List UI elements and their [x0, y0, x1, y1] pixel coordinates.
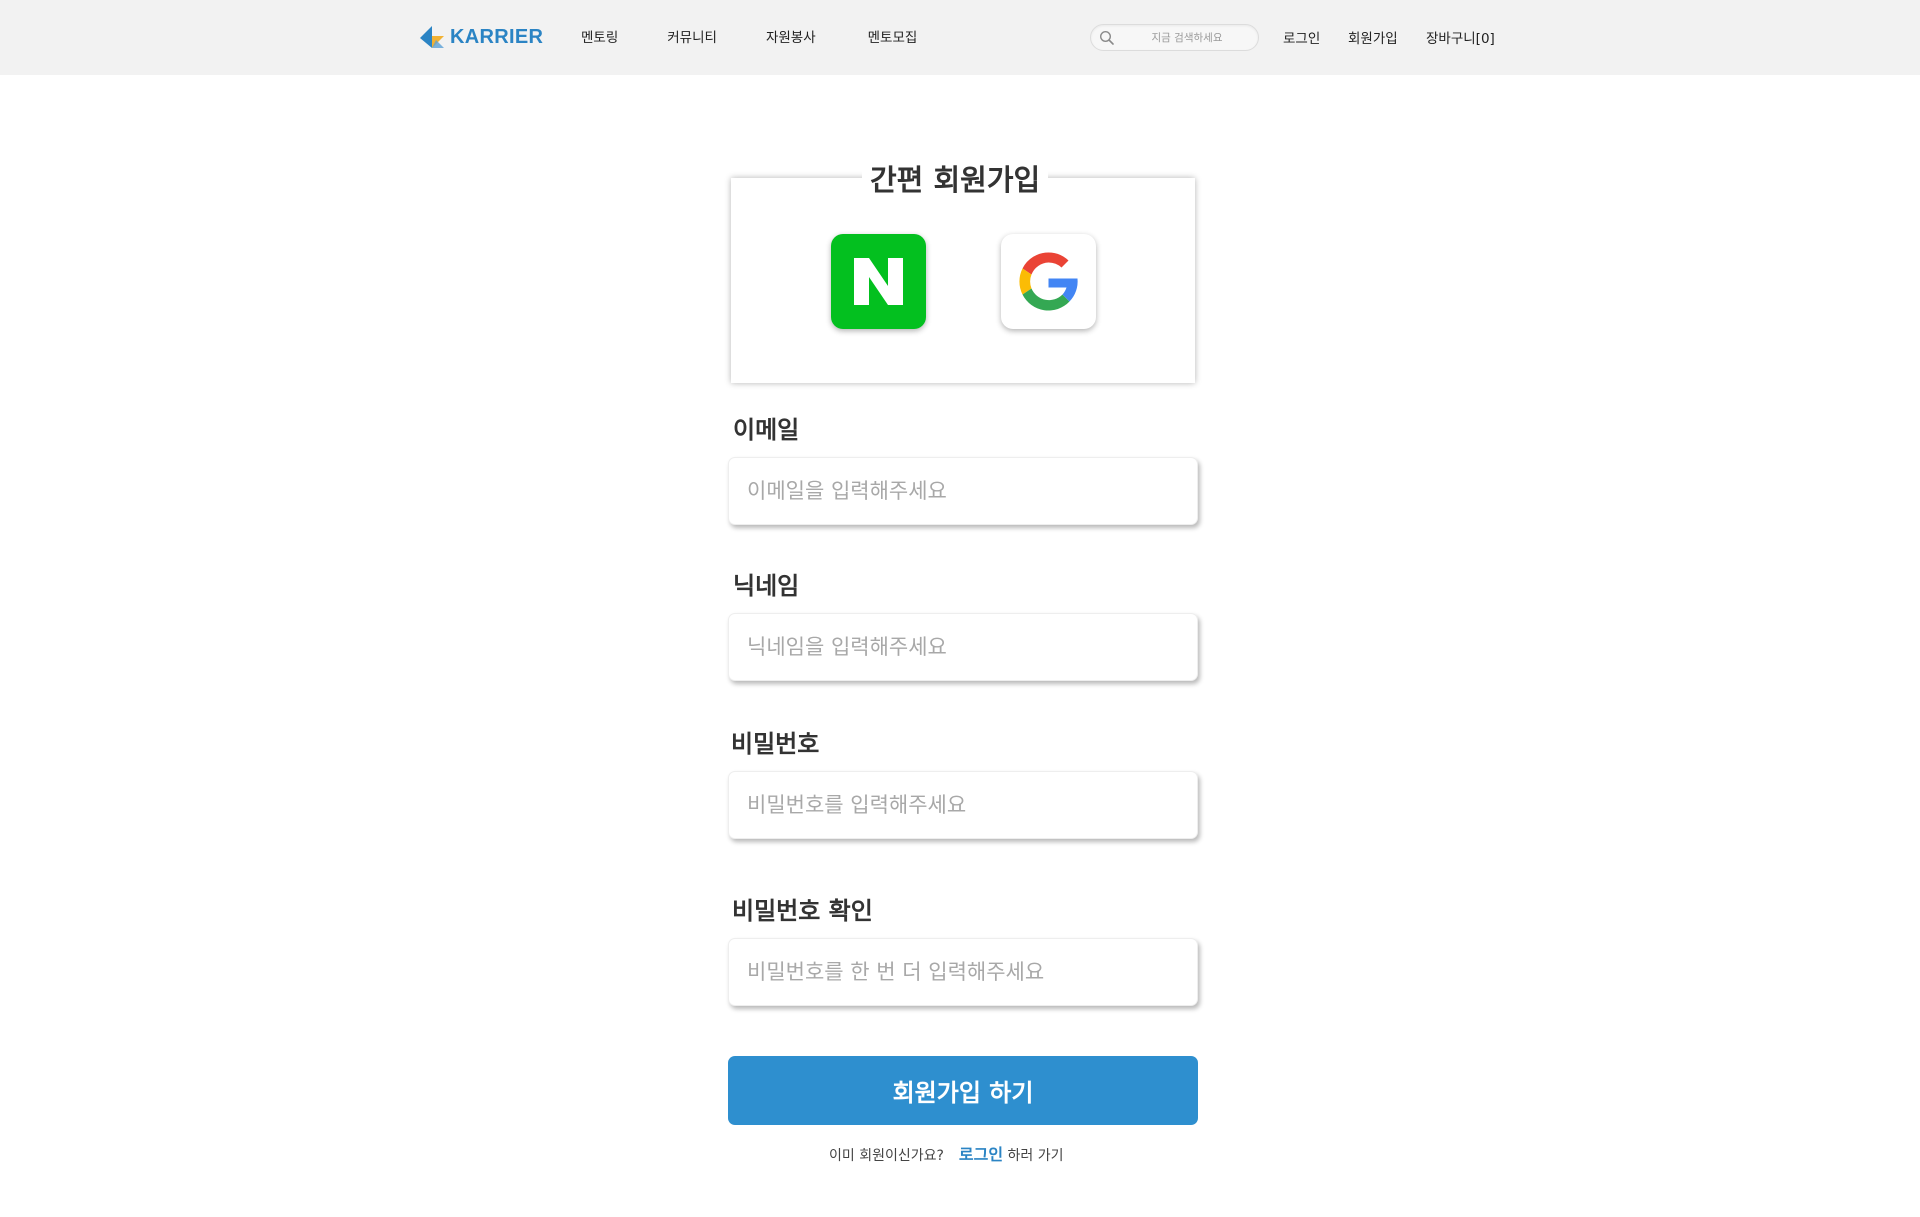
email-field[interactable]	[728, 457, 1198, 525]
login-prompt-suffix: 하러 가기	[1003, 1148, 1064, 1164]
password-label: 비밀번호	[731, 730, 820, 758]
logo-text: KARRIER	[450, 25, 544, 48]
nickname-field[interactable]	[728, 613, 1198, 681]
naver-logo-icon	[831, 258, 926, 333]
karrier-logo-icon	[418, 24, 446, 50]
email-label: 이메일	[733, 416, 800, 444]
cart-link[interactable]: 장바구니[0]	[1426, 27, 1495, 47]
login-link[interactable]: 로그인	[1283, 27, 1320, 47]
login-prompt-question: 이미 회원이신가요?	[829, 1148, 944, 1164]
password-confirm-field[interactable]	[728, 938, 1198, 1006]
nav-item-volunteer[interactable]: 자원봉사	[766, 26, 816, 46]
social-signup-title: 간편 회원가입	[862, 157, 1049, 199]
signup-link[interactable]: 회원가입	[1348, 27, 1398, 47]
naver-signup-button[interactable]	[831, 234, 926, 329]
login-prompt: 이미 회원이신가요? 로그인 하러 가기	[829, 1141, 1064, 1165]
google-signup-button[interactable]	[1001, 234, 1096, 329]
signup-submit-button[interactable]: 회원가입 하기	[728, 1056, 1198, 1125]
nav-item-mentoring[interactable]: 멘토링	[581, 26, 618, 46]
password-confirm-label: 비밀번호 확인	[732, 897, 873, 925]
search-box	[1090, 24, 1259, 51]
main-nav: 멘토링 커뮤니티 자원봉사 멘토모집	[581, 26, 966, 46]
nickname-label: 닉네임	[733, 572, 800, 600]
go-to-login-link[interactable]: 로그인	[959, 1145, 1003, 1164]
nav-item-mentor-recruit[interactable]: 멘토모집	[868, 26, 918, 46]
google-logo-icon	[1001, 252, 1096, 333]
password-field[interactable]	[728, 771, 1198, 839]
nav-item-community[interactable]: 커뮤니티	[667, 26, 717, 46]
top-navigation-bar: KARRIER 멘토링 커뮤니티 자원봉사 멘토모집 로그인 회원가입 장바구니…	[0, 0, 1920, 75]
social-signup-card	[731, 178, 1195, 383]
karrier-logo[interactable]: KARRIER	[418, 22, 543, 52]
search-icon[interactable]	[1099, 30, 1115, 46]
search-input[interactable]	[1121, 28, 1253, 47]
